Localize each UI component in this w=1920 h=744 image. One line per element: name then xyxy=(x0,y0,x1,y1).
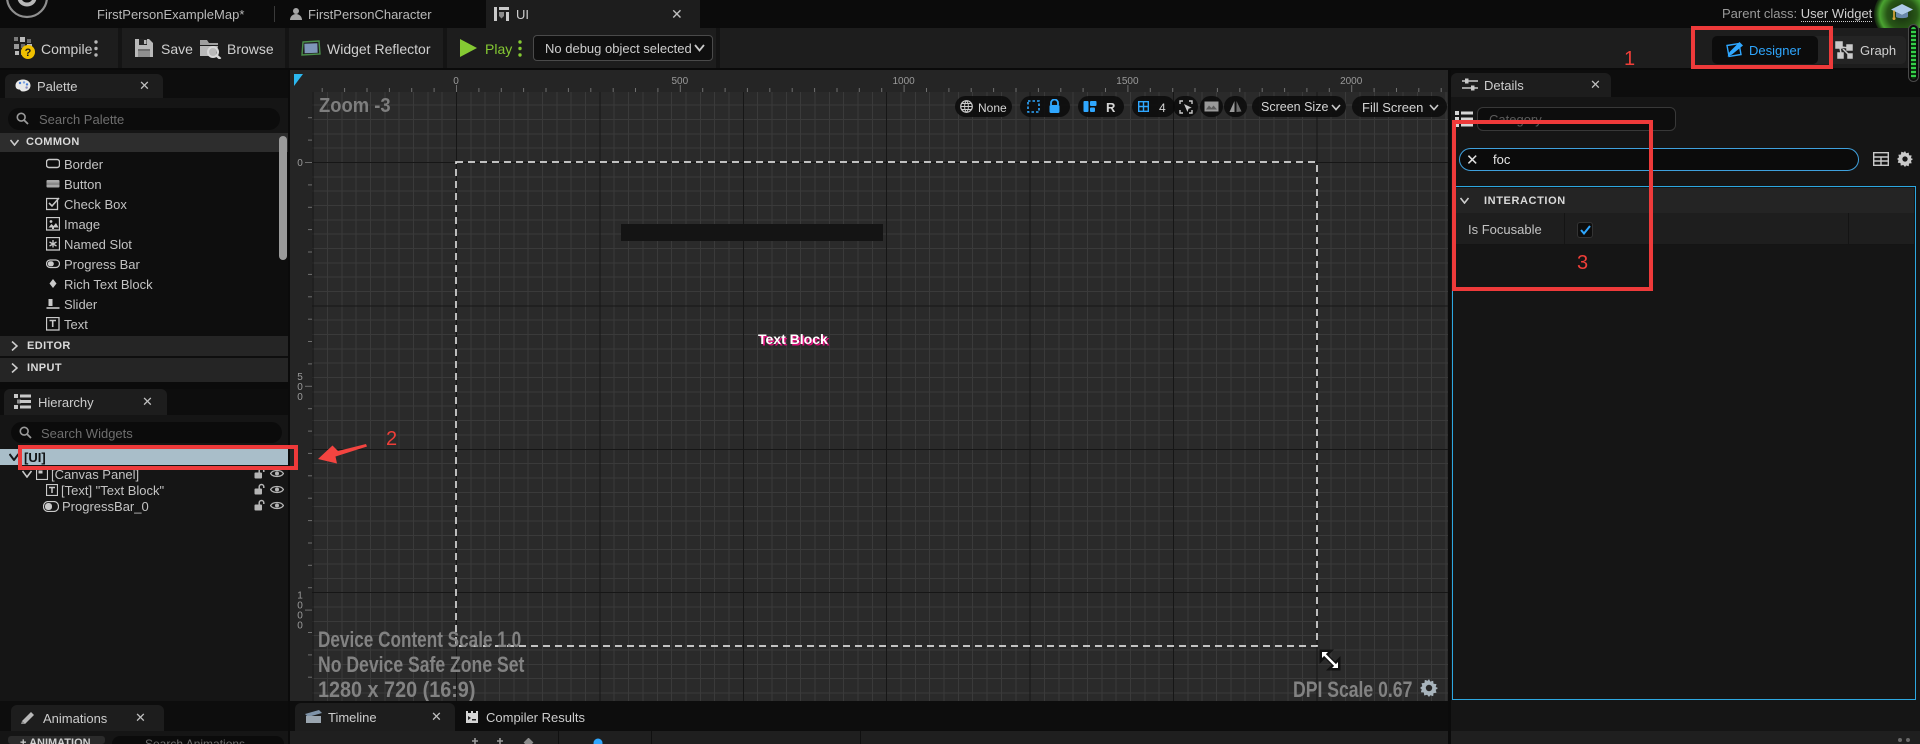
svg-text:0: 0 xyxy=(297,158,303,169)
svg-text:0: 0 xyxy=(453,76,459,87)
svg-text:1000: 1000 xyxy=(892,76,915,87)
svg-text:2000: 2000 xyxy=(1340,76,1363,87)
svg-text:0: 0 xyxy=(297,621,303,632)
svg-text:?: ? xyxy=(25,47,32,59)
svg-text:1500: 1500 xyxy=(1116,76,1139,87)
svg-text:0: 0 xyxy=(297,392,303,403)
svg-text:500: 500 xyxy=(671,76,688,87)
